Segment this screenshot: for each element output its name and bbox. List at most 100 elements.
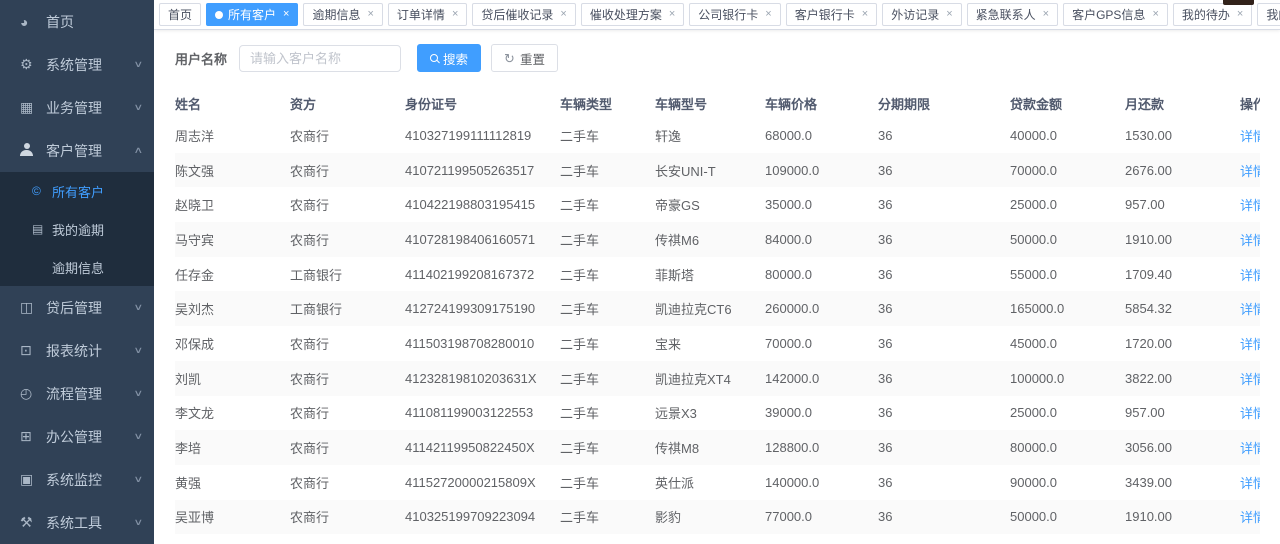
cell: 二手车 <box>560 299 655 318</box>
chevron-down-icon: ∨ <box>134 388 144 399</box>
detail-link[interactable]: 详情 <box>1240 406 1260 421</box>
sidebar-item-0[interactable]: ◕首页 <box>0 0 154 43</box>
tab-4[interactable]: 贷后催收记录× <box>472 3 575 26</box>
cell: 36 <box>878 301 1010 316</box>
cell: 二手车 <box>560 369 655 388</box>
tab-10[interactable]: 客户GPS信息× <box>1063 3 1168 26</box>
close-icon[interactable]: × <box>1152 9 1158 20</box>
search-button[interactable]: 搜索 <box>417 44 481 72</box>
close-icon[interactable]: × <box>283 9 289 20</box>
chevron-down-icon: ∨ <box>134 431 144 442</box>
cell: 70000.0 <box>765 336 878 351</box>
tab-11[interactable]: 我的待办× <box>1173 3 1252 26</box>
cell: 轩逸 <box>655 126 765 145</box>
table-row: 周志洋农商行410327199111112819二手车轩逸68000.03640… <box>175 118 1260 153</box>
close-icon[interactable]: × <box>367 9 373 20</box>
cell: 李文龙 <box>175 403 290 422</box>
reset-button[interactable]: ↻ 重置 <box>491 44 558 72</box>
cell: 165000.0 <box>1010 301 1125 316</box>
cell: 260000.0 <box>765 301 878 316</box>
tab-12[interactable]: 我的流程× <box>1257 3 1280 26</box>
sidebar-item-9[interactable]: ⚒系统工具∨ <box>0 501 154 544</box>
sidebar-item-4[interactable]: ◫贷后管理∨ <box>0 286 154 329</box>
tab-3[interactable]: 订单详情× <box>388 3 467 26</box>
actions-cell: 详情 <box>1240 299 1260 318</box>
detail-link[interactable]: 详情 <box>1240 268 1260 283</box>
detail-link[interactable]: 详情 <box>1240 510 1260 525</box>
cell: 菲斯塔 <box>655 265 765 284</box>
cell: 周志洋 <box>175 126 290 145</box>
submenu-item-2[interactable]: 逾期信息 <box>0 248 154 286</box>
cell: 2676.00 <box>1125 163 1240 178</box>
close-icon[interactable]: × <box>669 9 675 20</box>
detail-link[interactable]: 详情 <box>1240 164 1260 179</box>
cell: 39000.0 <box>765 405 878 420</box>
table-row: 赵晓卫农商行410422198803195415二手车帝豪GS35000.036… <box>175 187 1260 222</box>
column-header-2: 身份证号 <box>405 94 560 113</box>
close-icon[interactable]: × <box>862 9 868 20</box>
tab-label: 逾期信息 <box>312 6 360 23</box>
cell: 25000.0 <box>1010 405 1125 420</box>
tab-9[interactable]: 紧急联系人× <box>967 3 1058 26</box>
tab-label: 催收处理方案 <box>590 6 662 23</box>
tab-6[interactable]: 公司银行卡× <box>689 3 780 26</box>
table-row: 吴亚博农商行410325199709223094二手车影豹77000.03650… <box>175 500 1260 535</box>
close-icon[interactable]: × <box>765 9 771 20</box>
sidebar-item-7[interactable]: ⊞办公管理∨ <box>0 415 154 458</box>
detail-link[interactable]: 详情 <box>1240 233 1260 248</box>
sidebar-item-label: 报表统计 <box>46 341 135 361</box>
detail-link[interactable]: 详情 <box>1240 198 1260 213</box>
detail-link[interactable]: 详情 <box>1240 129 1260 144</box>
table-header-row: 姓名资方身份证号车辆类型车辆型号车辆价格分期期限贷款金额月还款操作 <box>175 88 1260 118</box>
detail-link[interactable]: 详情 <box>1240 441 1260 456</box>
close-icon[interactable]: × <box>946 9 952 20</box>
sidebar-item-2[interactable]: ▦业务管理∨ <box>0 86 154 129</box>
tab-1[interactable]: 所有客户× <box>206 3 298 26</box>
customer-name-input[interactable] <box>239 45 401 72</box>
tab-7[interactable]: 客户银行卡× <box>786 3 877 26</box>
tab-0[interactable]: 首页 <box>159 3 201 26</box>
tools-icon: ⚒ <box>20 514 46 531</box>
cell: 68000.0 <box>765 128 878 143</box>
close-icon[interactable]: × <box>1237 9 1243 20</box>
table-row: 任存金工商银行411402199208167372二手车菲斯塔80000.036… <box>175 257 1260 292</box>
detail-link[interactable]: 详情 <box>1240 476 1260 491</box>
cell: 英仕派 <box>655 473 765 492</box>
sidebar-item-5[interactable]: ⊡报表统计∨ <box>0 329 154 372</box>
submenu-item-0[interactable]: ©所有客户 <box>0 172 154 210</box>
tab-label: 首页 <box>168 6 192 23</box>
sidebar-item-1[interactable]: ⚙系统管理∨ <box>0 43 154 86</box>
detail-link[interactable]: 详情 <box>1240 302 1260 317</box>
close-icon[interactable]: × <box>452 9 458 20</box>
tab-2[interactable]: 逾期信息 × <box>303 3 382 26</box>
tab-label: 我的流程 <box>1266 6 1280 23</box>
sidebar-item-label: 首页 <box>46 12 142 32</box>
close-icon[interactable]: × <box>1043 9 1049 20</box>
tab-5[interactable]: 催收处理方案 × <box>581 3 684 26</box>
cell: 二手车 <box>560 161 655 180</box>
actions-cell: 详情 <box>1240 195 1260 214</box>
cell: 二手车 <box>560 230 655 249</box>
column-header-4: 车辆型号 <box>655 94 765 113</box>
table-row: 黄强农商行41152720000215809X二手车英仕派140000.0369… <box>175 465 1260 500</box>
active-dot <box>215 11 223 19</box>
cell: 李培 <box>175 438 290 457</box>
column-header-7: 贷款金额 <box>1010 94 1125 113</box>
chevron-up-icon: ∧ <box>134 145 144 156</box>
tab-8[interactable]: 外访记录× <box>882 3 961 26</box>
cell: 宝来 <box>655 334 765 353</box>
cell: 80000.0 <box>1010 440 1125 455</box>
sidebar-item-3[interactable]: 客户管理∧ <box>0 129 154 172</box>
actions-cell: 详情 <box>1240 369 1260 388</box>
cell: 吴亚博 <box>175 507 290 526</box>
detail-link[interactable]: 详情 <box>1240 337 1260 352</box>
column-header-3: 车辆类型 <box>560 94 655 113</box>
office-icon: ⊞ <box>20 428 46 445</box>
close-icon[interactable]: × <box>560 9 566 20</box>
submenu-item-1[interactable]: ▤我的逾期 <box>0 210 154 248</box>
chevron-down-icon: ∨ <box>134 102 144 113</box>
sidebar-item-6[interactable]: ◴流程管理∨ <box>0 372 154 415</box>
sidebar-item-8[interactable]: ▣系统监控∨ <box>0 458 154 501</box>
cell: 128800.0 <box>765 440 878 455</box>
detail-link[interactable]: 详情 <box>1240 372 1260 387</box>
